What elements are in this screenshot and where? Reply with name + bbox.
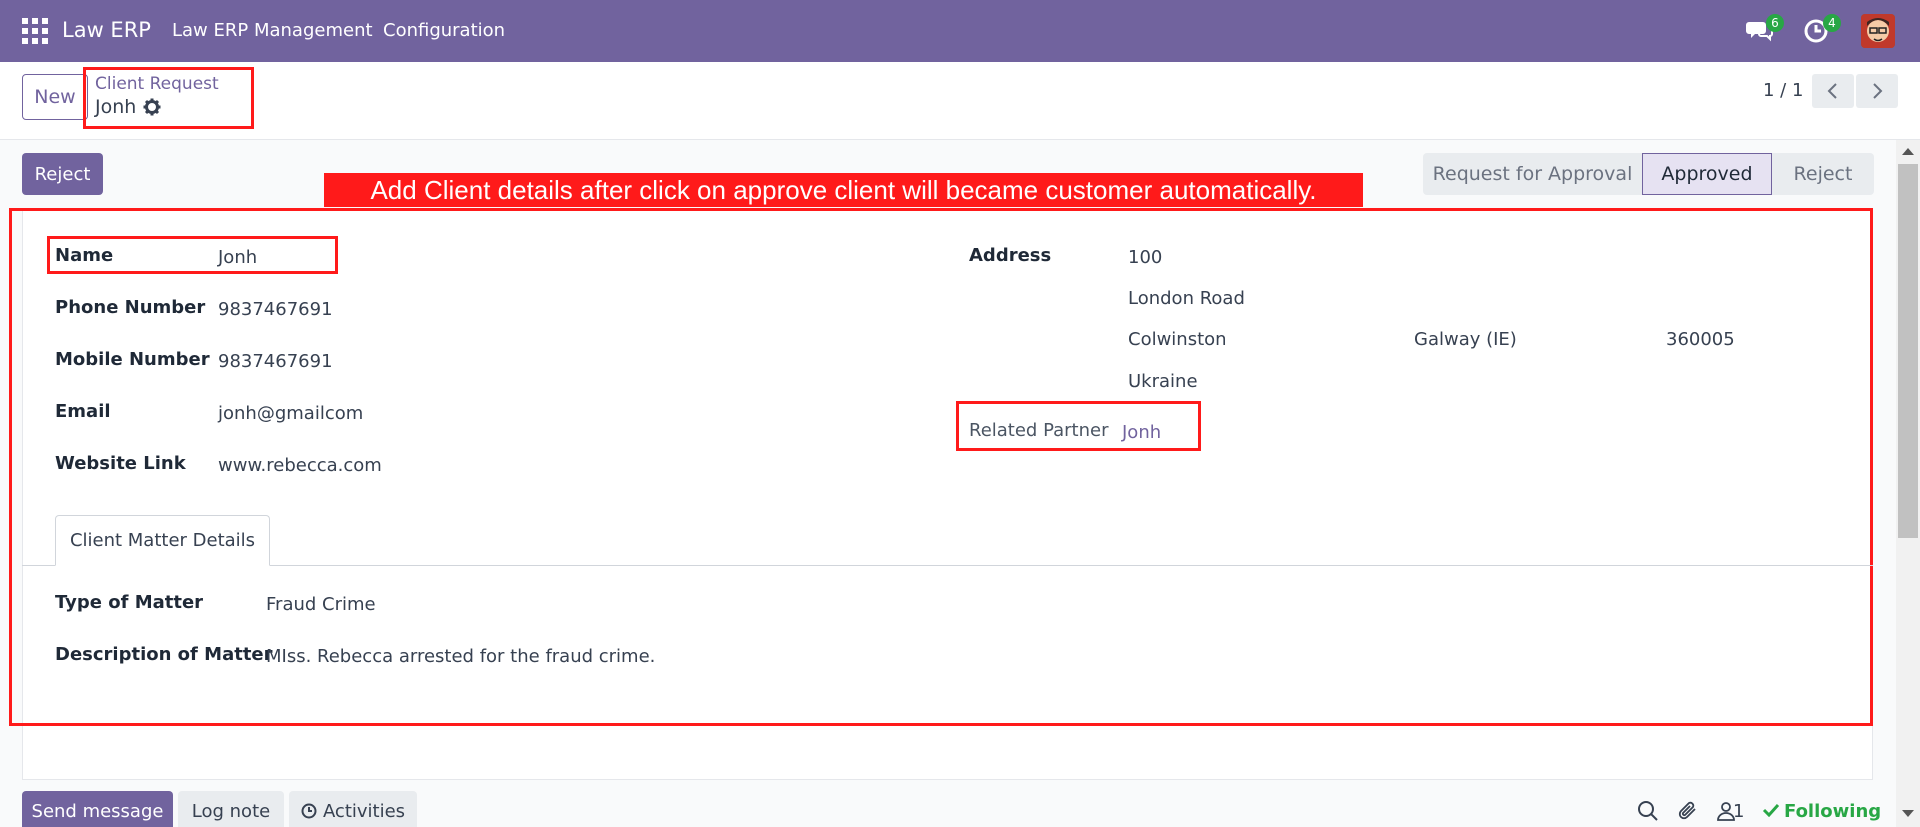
paperclip-icon[interactable] xyxy=(1678,800,1700,822)
email-label: Email xyxy=(55,401,111,422)
scroll-down-arrow-icon[interactable] xyxy=(1902,810,1914,817)
mobile-number-field[interactable]: 9837467691 xyxy=(218,351,333,372)
control-panel: New Client Request Jonh 1 / 1 xyxy=(0,62,1920,140)
breadcrumb-client-request[interactable]: Client Request xyxy=(95,74,219,94)
website-link-label: Website Link xyxy=(55,453,186,474)
pager-value[interactable]: 1 / 1 xyxy=(1763,80,1803,101)
description-of-matter-label: Description of Matter xyxy=(55,644,273,665)
following-label: Following xyxy=(1784,801,1882,822)
apps-grid-icon[interactable] xyxy=(22,18,48,44)
checkmark-icon xyxy=(1762,803,1780,818)
notebook-tab-divider xyxy=(22,565,1873,566)
avatar-face-icon xyxy=(1861,14,1895,48)
messages-icon[interactable]: 6 xyxy=(1746,14,1784,46)
log-note-button[interactable]: Log note xyxy=(178,791,284,827)
clock-icon xyxy=(301,803,317,819)
pager-next-button[interactable] xyxy=(1856,74,1898,108)
new-button[interactable]: New xyxy=(22,74,88,120)
user-avatar[interactable] xyxy=(1861,14,1895,48)
scroll-up-arrow-icon[interactable] xyxy=(1902,148,1914,155)
type-of-matter-field[interactable]: Fraud Crime xyxy=(266,594,376,615)
city-field[interactable]: Colwinston xyxy=(1128,329,1227,350)
state-field[interactable]: Galway (IE) xyxy=(1414,329,1517,350)
followers-count[interactable]: 1 xyxy=(1733,801,1744,822)
annotation-banner: Add Client details after click on approv… xyxy=(324,173,1363,207)
activities-badge: 4 xyxy=(1823,14,1841,32)
menu-law-erp-management[interactable]: Law ERP Management xyxy=(172,20,373,41)
phone-number-label: Phone Number xyxy=(55,297,206,318)
menu-configuration[interactable]: Configuration xyxy=(383,20,505,41)
top-navbar: Law ERP Law ERP Management Configuration… xyxy=(0,0,1920,62)
street-field[interactable]: 100 xyxy=(1128,247,1162,268)
scrollbar-thumb[interactable] xyxy=(1898,164,1918,538)
name-field[interactable]: Jonh xyxy=(218,247,257,268)
activities-button[interactable]: Activities xyxy=(289,791,417,827)
status-bar: Request for Approval Approved Reject xyxy=(1423,153,1874,195)
country-field[interactable]: Ukraine xyxy=(1128,371,1198,392)
following-button[interactable]: Following xyxy=(1762,801,1881,822)
gear-icon[interactable] xyxy=(143,98,161,116)
zip-field[interactable]: 360005 xyxy=(1666,329,1735,350)
stage-request-for-approval[interactable]: Request for Approval xyxy=(1423,153,1642,195)
address-label: Address xyxy=(969,245,1052,266)
activities-icon[interactable]: 4 xyxy=(1803,14,1841,46)
website-link-field[interactable]: www.rebecca.com xyxy=(218,455,382,476)
related-partner-label: Related Partner xyxy=(969,420,1109,441)
phone-number-field[interactable]: 9837467691 xyxy=(218,299,333,320)
breadcrumb-current-record: Jonh xyxy=(95,96,137,118)
stage-approved[interactable]: Approved xyxy=(1642,153,1772,195)
email-field[interactable]: jonh@gmailcom xyxy=(218,403,363,424)
tab-client-matter-details[interactable]: Client Matter Details xyxy=(55,515,270,566)
app-brand[interactable]: Law ERP xyxy=(62,18,151,42)
type-of-matter-label: Type of Matter xyxy=(55,592,204,613)
stage-reject[interactable]: Reject xyxy=(1772,153,1874,195)
name-label: Name xyxy=(55,245,114,266)
send-message-button[interactable]: Send message xyxy=(22,791,173,827)
activities-button-label: Activities xyxy=(322,800,406,822)
mobile-number-label: Mobile Number xyxy=(55,349,210,370)
chevron-right-icon xyxy=(1873,83,1883,99)
description-of-matter-field[interactable]: MIss. Rebecca arrested for the fraud cri… xyxy=(266,646,655,667)
search-icon[interactable] xyxy=(1637,800,1659,822)
street2-field[interactable]: London Road xyxy=(1128,288,1245,309)
chevron-left-icon xyxy=(1827,83,1837,99)
related-partner-link[interactable]: Jonh xyxy=(1122,422,1161,443)
reject-button[interactable]: Reject xyxy=(22,153,103,195)
pager-previous-button[interactable] xyxy=(1812,74,1854,108)
messages-badge: 6 xyxy=(1766,14,1784,32)
